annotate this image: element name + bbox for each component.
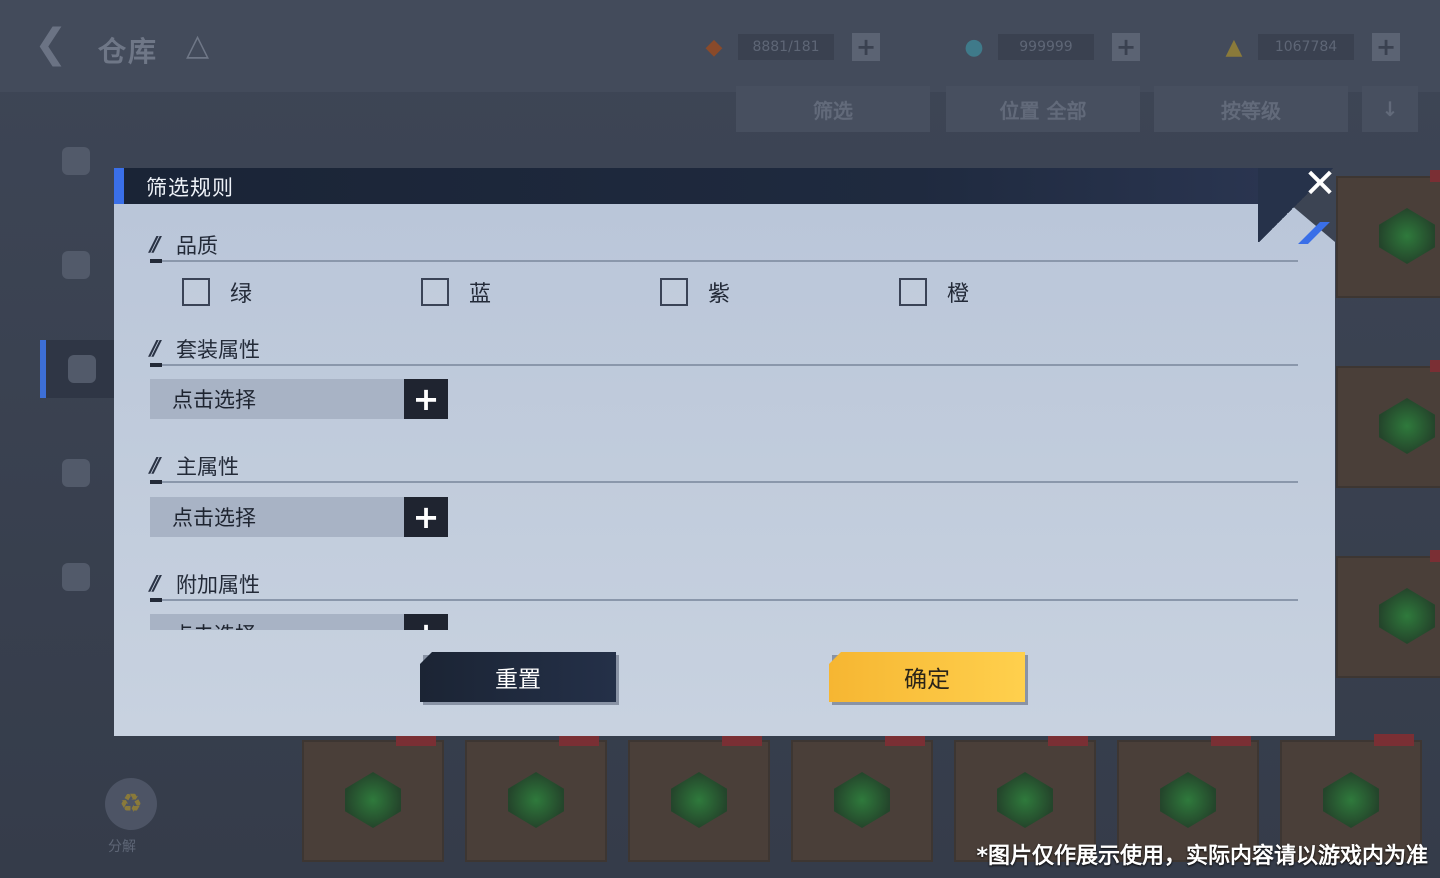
new-badge: [1430, 360, 1440, 372]
section-header-quality: // 品质: [150, 222, 1298, 263]
item-tile: [302, 734, 444, 862]
close-button[interactable]: ✕: [1298, 162, 1342, 206]
category-icon: [62, 459, 90, 487]
add-resource-button[interactable]: +: [1372, 33, 1400, 61]
item-icon: [1379, 588, 1435, 644]
category-icon: [62, 147, 90, 175]
item-tile: [1336, 550, 1440, 678]
filter-scroll-area[interactable]: // 品质 绿 蓝 紫 橙 // 套装属性 点击选择 + // 主属性 点击选择…: [114, 220, 1335, 630]
recycle-icon: ♻: [105, 778, 157, 830]
resource-value: 8881/181: [738, 34, 834, 60]
section-divider: [150, 363, 1298, 367]
section-divider: [150, 598, 1298, 602]
add-resource-button[interactable]: +: [1112, 33, 1140, 61]
new-badge: [1374, 734, 1414, 746]
sidebar-item: [40, 132, 120, 190]
section-title: 品质: [176, 234, 218, 258]
extra-attr-picker[interactable]: 点击选择 +: [150, 614, 448, 630]
category-icon: [62, 563, 90, 591]
picker-label[interactable]: 点击选择: [150, 497, 404, 537]
resource-value: 999999: [998, 34, 1094, 60]
checkbox-box[interactable]: [182, 278, 210, 306]
item-tile: [465, 734, 607, 862]
resource-ticket: ▲ 1067784 +: [1220, 30, 1400, 64]
section-title: 主属性: [176, 455, 239, 479]
sidebar-item: [40, 444, 120, 502]
set-attr-picker[interactable]: 点击选择 +: [150, 379, 448, 419]
category-icon: [68, 355, 96, 383]
sidebar-item: [40, 236, 120, 294]
item-icon: [508, 772, 564, 828]
item-icon: [1379, 208, 1435, 264]
plus-icon[interactable]: +: [404, 497, 448, 537]
section-header-extra-attr: // 附加属性: [150, 561, 1298, 602]
crystal-icon: ◆: [705, 34, 723, 60]
bg-position-dropdown: 位置 全部: [946, 86, 1140, 132]
bg-sort-dropdown: 按等级: [1154, 86, 1348, 132]
gem-icon: ●: [964, 34, 984, 60]
dialog-header-accent: [114, 168, 124, 204]
section-title: 套装属性: [176, 338, 260, 362]
section-slash-icon: //: [150, 232, 160, 256]
checkbox-box[interactable]: [660, 278, 688, 306]
disclaimer-text: *图片仅作展示使用，实际内容请以游戏内为准: [976, 844, 1428, 869]
ticket-icon: ▲: [1225, 34, 1243, 60]
item-tile: [628, 734, 770, 862]
item-tile: [1336, 360, 1440, 488]
section-title: 附加属性: [176, 573, 260, 597]
item-tile: [791, 734, 933, 862]
back-arrow-icon[interactable]: ❮: [34, 24, 74, 64]
confirm-button[interactable]: 确定: [829, 652, 1025, 702]
dialog-header: [114, 168, 1264, 204]
plus-icon[interactable]: +: [404, 614, 448, 630]
new-badge: [1430, 550, 1440, 562]
item-icon: [834, 772, 890, 828]
resource-gem: ● 999999 +: [960, 30, 1140, 64]
item-icon: [1379, 398, 1435, 454]
quality-checkbox-purple[interactable]: 紫: [660, 276, 730, 308]
quality-checkbox-green[interactable]: 绿: [182, 276, 252, 308]
dialog-title: 筛选规则: [146, 176, 234, 200]
section-divider: [150, 480, 1298, 484]
reset-button[interactable]: 重置: [420, 652, 616, 702]
checkbox-label: 绿: [230, 282, 253, 307]
picker-label[interactable]: 点击选择: [150, 379, 404, 419]
picker-label[interactable]: 点击选择: [150, 614, 404, 630]
main-attr-picker[interactable]: 点击选择 +: [150, 497, 448, 537]
recycle-label: 分解: [108, 839, 136, 855]
home-icon[interactable]: △: [186, 28, 209, 63]
section-slash-icon: //: [150, 571, 160, 595]
page-title: 仓库: [98, 35, 159, 68]
item-icon: [671, 772, 727, 828]
resource-value: 1067784: [1258, 34, 1354, 60]
section-header-main-attr: // 主属性: [150, 443, 1298, 484]
checkbox-label: 蓝: [469, 282, 492, 307]
category-icon: [62, 251, 90, 279]
section-divider: [150, 259, 1298, 263]
section-slash-icon: //: [150, 453, 160, 477]
checkbox-label: 紫: [708, 282, 731, 307]
bg-sort-order-button: ↓: [1362, 86, 1418, 132]
quality-checkbox-blue[interactable]: 蓝: [421, 276, 491, 308]
section-header-set-attr: // 套装属性: [150, 326, 1298, 367]
item-icon: [1160, 772, 1216, 828]
quality-checkbox-orange[interactable]: 橙: [899, 276, 969, 308]
checkbox-label: 橙: [947, 282, 970, 307]
item-tile: [1336, 170, 1440, 298]
resource-crystal: ◆ 8881/181 +: [700, 30, 880, 64]
section-slash-icon: //: [150, 336, 160, 360]
bg-filter-button: 筛选: [736, 86, 930, 132]
item-icon: [1323, 772, 1379, 828]
checkbox-box[interactable]: [421, 278, 449, 306]
item-icon: [345, 772, 401, 828]
checkbox-box[interactable]: [899, 278, 927, 306]
sidebar-item: [40, 548, 120, 606]
item-icon: [997, 772, 1053, 828]
add-resource-button[interactable]: +: [852, 33, 880, 61]
new-badge: [1430, 170, 1440, 182]
plus-icon[interactable]: +: [404, 379, 448, 419]
